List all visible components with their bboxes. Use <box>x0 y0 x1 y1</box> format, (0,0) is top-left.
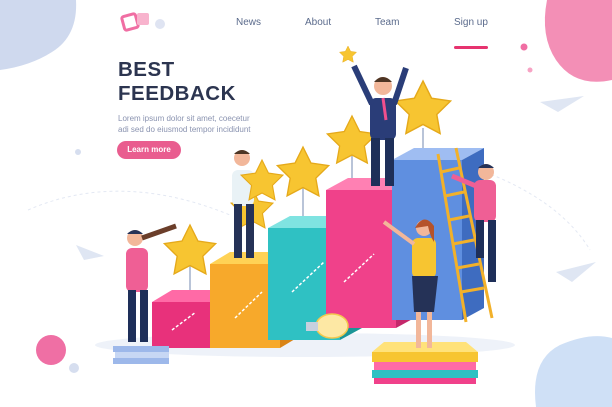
landing-page: News About Team Sign up BEST FEEDBACK Lo… <box>0 0 612 407</box>
feedback-illustration <box>76 45 596 384</box>
book-stack <box>113 346 169 364</box>
bar-step-5 <box>392 148 484 320</box>
telescope-icon <box>141 223 177 241</box>
podium <box>372 342 478 384</box>
